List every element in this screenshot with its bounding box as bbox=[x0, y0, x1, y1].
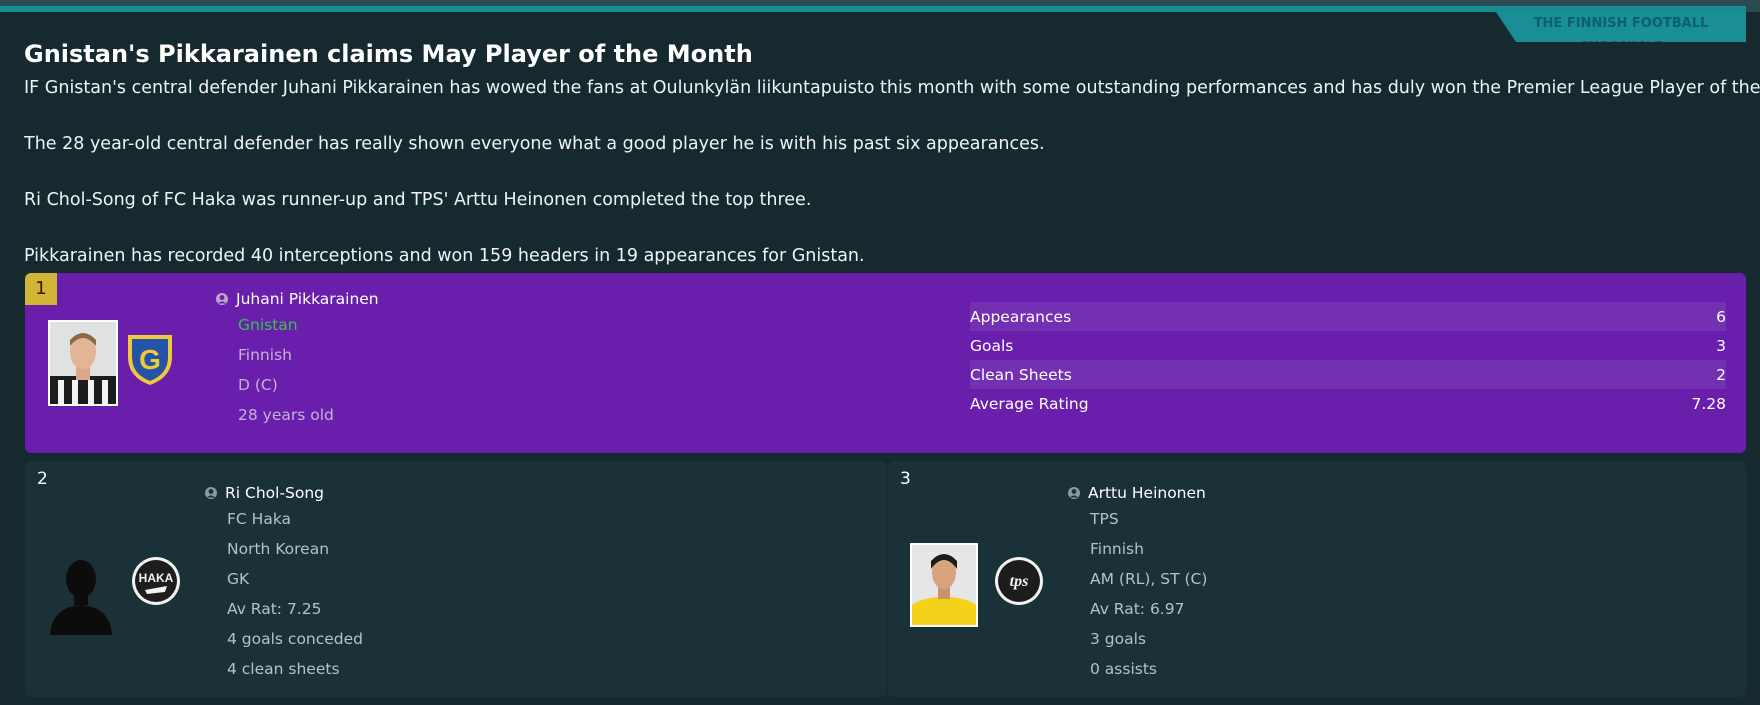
article-paragraph: IF Gnistan's central defender Juhani Pik… bbox=[24, 78, 1760, 98]
player-stat: 0 assists bbox=[1090, 660, 1157, 678]
person-icon bbox=[205, 487, 217, 499]
runner-up-card: 2 HAKA Ri Chol-Song FC Haka North Korean… bbox=[25, 461, 887, 697]
source-label: THE FINNISH FOOTBALL CHRONICLE bbox=[1496, 12, 1746, 42]
winner-panel: 1 G Juhani Pikkarainen Gnistan Finnish D… bbox=[25, 273, 1746, 453]
runner-up-info: Ri Chol-Song FC Haka North Korean GK Av … bbox=[205, 482, 363, 684]
player-photo[interactable] bbox=[910, 543, 978, 627]
player-position: GK bbox=[227, 570, 250, 588]
stat-row: Goals 3 bbox=[970, 331, 1726, 360]
stat-label: Average Rating bbox=[970, 394, 1089, 413]
svg-text:G: G bbox=[139, 344, 161, 375]
player-portrait-icon bbox=[50, 322, 116, 404]
player-stat: 4 goals conceded bbox=[227, 630, 364, 648]
player-rating: Av Rat: 6.97 bbox=[1090, 600, 1185, 618]
article-headline: Gnistan's Pikkarainen claims May Player … bbox=[24, 40, 753, 68]
stat-value: 2 bbox=[1716, 365, 1726, 384]
stat-value: 3 bbox=[1716, 336, 1726, 355]
player-nationality: Finnish bbox=[238, 346, 292, 364]
stat-row: Average Rating 7.28 bbox=[970, 389, 1726, 418]
player-position: AM (RL), ST (C) bbox=[1090, 570, 1208, 588]
third-place-card: 3 tps Arttu Heinonen TPS Finnish AM (RL)… bbox=[888, 461, 1746, 697]
stat-label: Appearances bbox=[970, 307, 1072, 326]
rank-number: 3 bbox=[900, 469, 911, 489]
player-name: Ri Chol-Song bbox=[225, 484, 325, 502]
player-nationality: Finnish bbox=[1090, 540, 1144, 558]
player-rating: Av Rat: 7.25 bbox=[227, 600, 322, 618]
stat-value: 7.28 bbox=[1691, 394, 1726, 413]
rank-number: 2 bbox=[37, 469, 48, 489]
gnistan-crest-icon[interactable]: G bbox=[124, 331, 176, 387]
player-photo[interactable] bbox=[48, 320, 118, 406]
stat-label: Clean Sheets bbox=[970, 365, 1072, 384]
svg-text:tps: tps bbox=[1010, 573, 1029, 590]
rank-badge: 1 bbox=[25, 273, 57, 305]
person-icon bbox=[1068, 487, 1080, 499]
player-name: Juhani Pikkarainen bbox=[236, 290, 379, 308]
article-paragraph: Pikkarainen has recorded 40 interception… bbox=[24, 246, 865, 266]
tps-crest-icon[interactable]: tps bbox=[994, 556, 1044, 606]
stat-value: 6 bbox=[1716, 307, 1726, 326]
fc-haka-crest-icon[interactable]: HAKA bbox=[131, 556, 181, 606]
player-stat: 4 clean sheets bbox=[227, 660, 340, 678]
player-club[interactable]: Gnistan bbox=[216, 310, 379, 340]
winner-info: Juhani Pikkarainen Gnistan Finnish D (C)… bbox=[216, 288, 379, 430]
stat-row: Clean Sheets 2 bbox=[970, 360, 1726, 389]
player-name-row[interactable]: Arttu Heinonen bbox=[1068, 482, 1207, 504]
player-portrait-icon bbox=[912, 545, 976, 625]
player-club[interactable]: TPS bbox=[1068, 504, 1207, 534]
player-name-row[interactable]: Ri Chol-Song bbox=[205, 482, 363, 504]
person-icon bbox=[216, 293, 228, 305]
article-paragraph: The 28 year-old central defender has rea… bbox=[24, 134, 1045, 154]
player-silhouette-icon[interactable] bbox=[48, 555, 114, 635]
stat-row: Appearances 6 bbox=[970, 302, 1726, 331]
player-name: Arttu Heinonen bbox=[1088, 484, 1206, 502]
article-paragraph: Ri Chol-Song of FC Haka was runner-up an… bbox=[24, 190, 812, 210]
third-place-info: Arttu Heinonen TPS Finnish AM (RL), ST (… bbox=[1068, 482, 1207, 684]
svg-text:HAKA: HAKA bbox=[139, 571, 174, 585]
player-position: D (C) bbox=[238, 376, 278, 394]
player-stat: 3 goals bbox=[1090, 630, 1146, 648]
player-club[interactable]: FC Haka bbox=[205, 504, 363, 534]
player-nationality: North Korean bbox=[227, 540, 330, 558]
winner-stats: Appearances 6 Goals 3 Clean Sheets 2 Ave… bbox=[970, 302, 1726, 418]
stat-label: Goals bbox=[970, 336, 1014, 355]
player-name-row[interactable]: Juhani Pikkarainen bbox=[216, 288, 379, 310]
player-age: 28 years old bbox=[238, 406, 334, 424]
